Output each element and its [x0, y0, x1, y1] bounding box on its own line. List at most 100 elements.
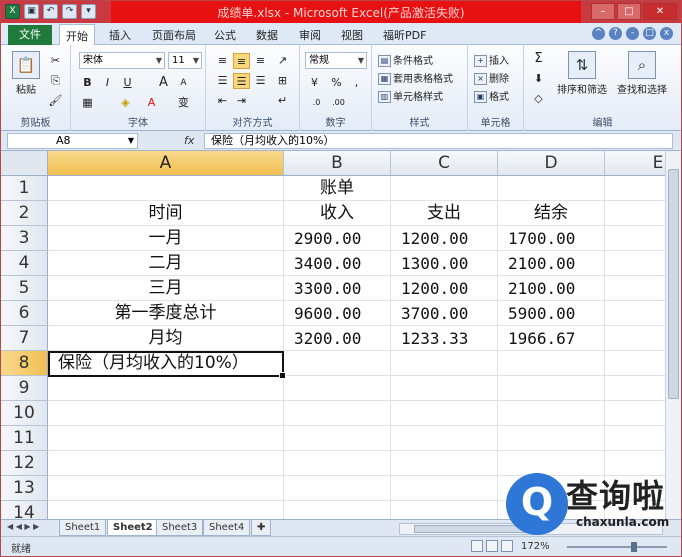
row-header-6[interactable]: 6	[1, 301, 48, 326]
cell-d11[interactable]	[498, 426, 605, 451]
cell-c8[interactable]	[391, 351, 498, 376]
minimize-ribbon-icon[interactable]: ^	[592, 27, 605, 40]
format-cells-button[interactable]: ▣ 格式	[474, 88, 509, 103]
cell-e8[interactable]	[605, 351, 665, 376]
tab-home[interactable]: 开始	[59, 24, 95, 46]
row-header-4[interactable]: 4	[1, 251, 48, 276]
zoom-slider-knob[interactable]	[631, 542, 637, 552]
sheet-tab-sheet1[interactable]: Sheet1	[59, 520, 107, 536]
cell-b14[interactable]	[284, 501, 391, 519]
fill-icon[interactable]: ⬇	[530, 71, 547, 87]
tab-insert[interactable]: 插入	[109, 27, 131, 43]
cell-a7[interactable]: 月均	[48, 326, 284, 351]
column-header-a[interactable]: A	[48, 151, 284, 176]
cell-c1[interactable]	[391, 176, 498, 201]
cell-c9[interactable]	[391, 376, 498, 401]
tab-data[interactable]: 数据	[256, 27, 278, 43]
worksheet-grid[interactable]: A B C D E 1 账单 2 时间 收入 支出 结余 3 一月 2900.00 1200.00 1…	[1, 151, 665, 519]
formula-input[interactable]: 保险（月均收入的10%）	[204, 133, 673, 149]
vertical-scroll-thumb[interactable]	[668, 169, 679, 399]
cell-d6[interactable]: 5900.00	[498, 301, 605, 326]
row-header-2[interactable]: 2	[1, 201, 48, 226]
cell-a3[interactable]: 一月	[48, 226, 284, 251]
shrink-font-button[interactable]: A	[175, 75, 192, 91]
align-right-icon[interactable]: ☰	[252, 73, 269, 89]
cell-a14[interactable]	[48, 501, 284, 519]
tab-formulas[interactable]: 公式	[214, 27, 236, 43]
cell-d3[interactable]: 1700.00	[498, 226, 605, 251]
cell-c4[interactable]: 1300.00	[391, 251, 498, 276]
cell-a1[interactable]	[48, 176, 284, 201]
cell-b8[interactable]	[284, 351, 391, 376]
sheet-tab-sheet2[interactable]: Sheet2	[107, 520, 159, 536]
find-select-button[interactable]: ⌕ 查找和选择	[614, 51, 670, 96]
align-middle-icon[interactable]: ≡	[233, 53, 250, 69]
cell-a10[interactable]	[48, 401, 284, 426]
format-as-table-button[interactable]: ▦ 套用表格格式	[378, 70, 453, 85]
wrap-text-icon[interactable]: ↵	[274, 93, 291, 109]
name-box[interactable]: A8 ▼	[7, 133, 138, 149]
autosum-button[interactable]: Σ	[530, 51, 547, 67]
cell-e3[interactable]	[605, 226, 665, 251]
cell-c5[interactable]: 1200.00	[391, 276, 498, 301]
currency-icon[interactable]: ¥	[306, 75, 323, 91]
row-header-8[interactable]: 8	[1, 351, 48, 376]
cell-e6[interactable]	[605, 301, 665, 326]
column-header-c[interactable]: C	[391, 151, 498, 176]
cell-e5[interactable]	[605, 276, 665, 301]
cell-a9[interactable]	[48, 376, 284, 401]
phonetic-button[interactable]: 变	[175, 95, 192, 111]
percent-button[interactable]: %	[328, 75, 345, 91]
close-button[interactable]: ✕	[643, 3, 677, 20]
paste-button[interactable]: 📋 粘贴	[9, 51, 43, 96]
cell-a11[interactable]	[48, 426, 284, 451]
cell-styles-button[interactable]: ▥ 单元格样式	[378, 88, 443, 103]
cell-d8[interactable]	[498, 351, 605, 376]
row-header-1[interactable]: 1	[1, 176, 48, 201]
cell-b12[interactable]	[284, 451, 391, 476]
cell-b4[interactable]: 3400.00	[284, 251, 391, 276]
underline-button[interactable]: U	[119, 75, 136, 91]
normal-view-icon[interactable]	[471, 540, 483, 552]
cell-a12[interactable]	[48, 451, 284, 476]
row-header-9[interactable]: 9	[1, 376, 48, 401]
help-icon[interactable]: ?	[609, 27, 622, 40]
cell-e10[interactable]	[605, 401, 665, 426]
cell-a5[interactable]: 三月	[48, 276, 284, 301]
row-header-13[interactable]: 13	[1, 476, 48, 501]
cell-e4[interactable]	[605, 251, 665, 276]
workbook-min-icon[interactable]: -	[626, 27, 639, 40]
row-header-7[interactable]: 7	[1, 326, 48, 351]
cell-b7[interactable]: 3200.00	[284, 326, 391, 351]
cell-c7[interactable]: 1233.33	[391, 326, 498, 351]
cell-c14[interactable]	[391, 501, 498, 519]
cell-e2[interactable]	[605, 201, 665, 226]
cell-e7[interactable]	[605, 326, 665, 351]
copy-icon[interactable]: ⎘	[47, 73, 64, 89]
cell-d4[interactable]: 2100.00	[498, 251, 605, 276]
conditional-format-button[interactable]: ▤ 条件格式	[378, 52, 433, 67]
sort-filter-button[interactable]: ⇅ 排序和筛选	[554, 51, 610, 96]
orientation-icon[interactable]: ↗	[274, 53, 291, 69]
border-icon[interactable]: ▦	[79, 95, 96, 111]
tab-foxit-pdf[interactable]: 福昕PDF	[383, 27, 426, 43]
cell-e1[interactable]	[605, 176, 665, 201]
increase-decimal-icon[interactable]: .0	[308, 95, 325, 111]
cell-a13[interactable]	[48, 476, 284, 501]
column-header-d[interactable]: D	[498, 151, 605, 176]
decrease-indent-icon[interactable]: ⇤	[214, 93, 231, 109]
cell-a4[interactable]: 二月	[48, 251, 284, 276]
cell-d2[interactable]: 结余	[498, 201, 605, 226]
maximize-button[interactable]: □	[617, 3, 641, 20]
sheet-nav-arrows[interactable]: ◀ ◀ ▶ ▶	[7, 522, 39, 531]
tab-review[interactable]: 审阅	[299, 27, 321, 43]
cell-a6[interactable]: 第一季度总计	[48, 301, 284, 326]
row-header-12[interactable]: 12	[1, 451, 48, 476]
cell-b1[interactable]: 账单	[284, 176, 391, 201]
cell-d9[interactable]	[498, 376, 605, 401]
row-header-5[interactable]: 5	[1, 276, 48, 301]
vertical-scrollbar[interactable]	[665, 151, 681, 519]
cell-e11[interactable]	[605, 426, 665, 451]
fill-color-icon[interactable]: ◈	[117, 95, 134, 111]
cell-c11[interactable]	[391, 426, 498, 451]
